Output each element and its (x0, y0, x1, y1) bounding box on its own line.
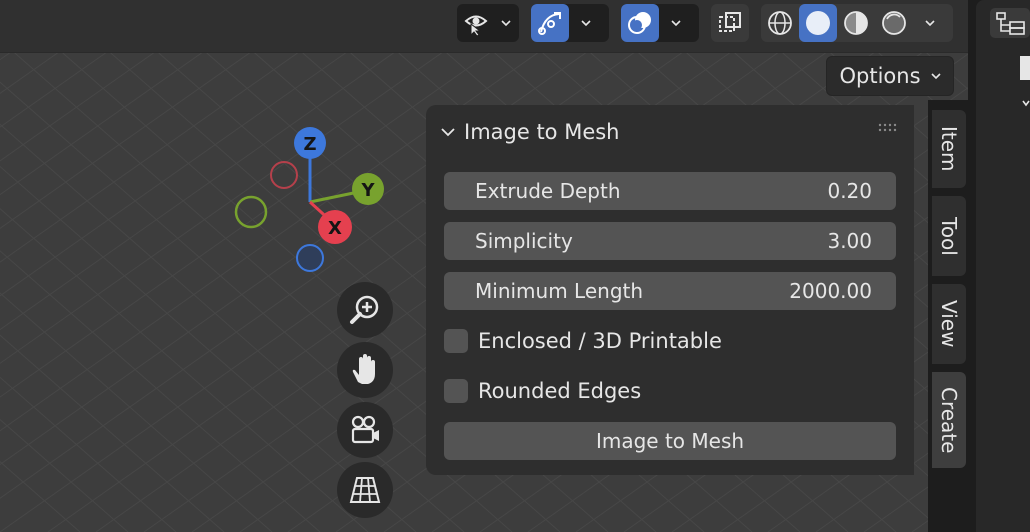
tab-label: Item (937, 126, 961, 172)
tab-create[interactable]: Create (932, 372, 966, 468)
chevron-down-icon (495, 4, 517, 42)
tab-label: Tool (937, 216, 961, 256)
panel-header[interactable]: Image to Mesh (440, 117, 620, 147)
tab-view[interactable]: View (932, 284, 966, 364)
chevron-down-icon (671, 20, 681, 27)
panel-title: Image to Mesh (464, 120, 620, 144)
chevron-down-icon (441, 128, 455, 137)
simplicity-field[interactable]: Simplicity 3.00 (444, 222, 896, 260)
outliner-panel[interactable] (976, 0, 1030, 532)
options-label: Options (839, 64, 921, 88)
field-value: 2000.00 (789, 279, 872, 303)
checkbox-label: Enclosed / 3D Printable (478, 329, 722, 353)
drag-grip-icon[interactable] (878, 123, 900, 133)
selectability-dropdown[interactable] (457, 4, 519, 42)
hand-icon (352, 354, 375, 384)
camera-icon (351, 415, 379, 444)
options-dropdown[interactable]: Options (826, 56, 954, 96)
enclosed-printable-checkbox-row[interactable]: Enclosed / 3D Printable (444, 326, 722, 356)
minimum-length-field[interactable]: Minimum Length 2000.00 (444, 272, 896, 310)
x-axis-label: X (328, 218, 342, 239)
gizmo-toggle-group (531, 4, 609, 42)
field-label: Extrude Depth (475, 179, 621, 203)
outliner-tree-icon (1020, 56, 1030, 107)
shading-solid-button[interactable] (799, 4, 837, 42)
shading-rendered-button[interactable] (875, 4, 913, 42)
gizmo-icon (538, 12, 561, 35)
grid-perspective-icon (349, 477, 381, 503)
shading-mode-group (761, 4, 953, 42)
solid-sphere-icon (806, 11, 830, 35)
y-axis-label: Y (360, 180, 375, 201)
zoom-icon (350, 295, 379, 324)
enclosed-printable-checkbox[interactable] (444, 329, 468, 353)
extrude-depth-field[interactable]: Extrude Depth 0.20 (444, 172, 896, 210)
overlays-icon (628, 12, 651, 34)
tab-tool[interactable]: Tool (932, 196, 966, 276)
rounded-edges-checkbox-row[interactable]: Rounded Edges (444, 376, 641, 406)
shading-dropdown[interactable] (913, 4, 947, 42)
rendered-sphere-icon (882, 11, 906, 35)
xray-toggle-button[interactable] (711, 4, 749, 42)
zoom-button[interactable] (337, 282, 393, 338)
overlays-dropdown[interactable] (659, 4, 693, 42)
material-sphere-icon (844, 11, 868, 35)
gizmo-toggle-button[interactable] (531, 4, 569, 42)
shading-material-button[interactable] (837, 4, 875, 42)
camera-view-button[interactable] (337, 402, 393, 458)
image-to-mesh-button[interactable]: Image to Mesh (444, 422, 896, 460)
button-label: Image to Mesh (595, 429, 745, 453)
neg-y-axis-handle[interactable] (234, 195, 268, 229)
field-label: Minimum Length (475, 279, 644, 303)
chevron-down-icon (930, 73, 941, 80)
tab-label: View (937, 300, 961, 348)
image-to-mesh-panel: Image to Mesh Extrude Depth 0.20 Simplic… (426, 105, 914, 475)
tab-label: Create (937, 386, 961, 454)
overlays-toggle-group (621, 4, 699, 42)
rounded-edges-checkbox[interactable] (444, 379, 468, 403)
xray-icon (711, 4, 749, 42)
overlays-toggle-button[interactable] (621, 4, 659, 42)
shading-wireframe-button[interactable] (761, 4, 799, 42)
viewport-header (0, 0, 968, 53)
tab-item[interactable]: Item (932, 110, 966, 188)
pan-button[interactable] (337, 342, 393, 398)
chevron-down-icon (925, 20, 935, 27)
perspective-toggle-button[interactable] (337, 462, 393, 518)
neg-z-axis-handle[interactable] (296, 244, 324, 272)
navigation-gizmo[interactable]: Z Y X (225, 120, 395, 280)
gizmo-dropdown[interactable] (569, 4, 603, 42)
outliner-display-mode-icon[interactable] (990, 8, 1030, 38)
field-value: 3.00 (827, 229, 872, 253)
eye-cursor-icon (457, 4, 495, 42)
neg-x-axis-handle[interactable] (270, 161, 298, 189)
field-label: Simplicity (475, 229, 573, 253)
chevron-down-icon (581, 20, 591, 27)
checkbox-label: Rounded Edges (478, 379, 642, 403)
field-value: 0.20 (827, 179, 872, 203)
wireframe-sphere-icon (768, 11, 792, 35)
z-axis-label: Z (303, 134, 316, 155)
